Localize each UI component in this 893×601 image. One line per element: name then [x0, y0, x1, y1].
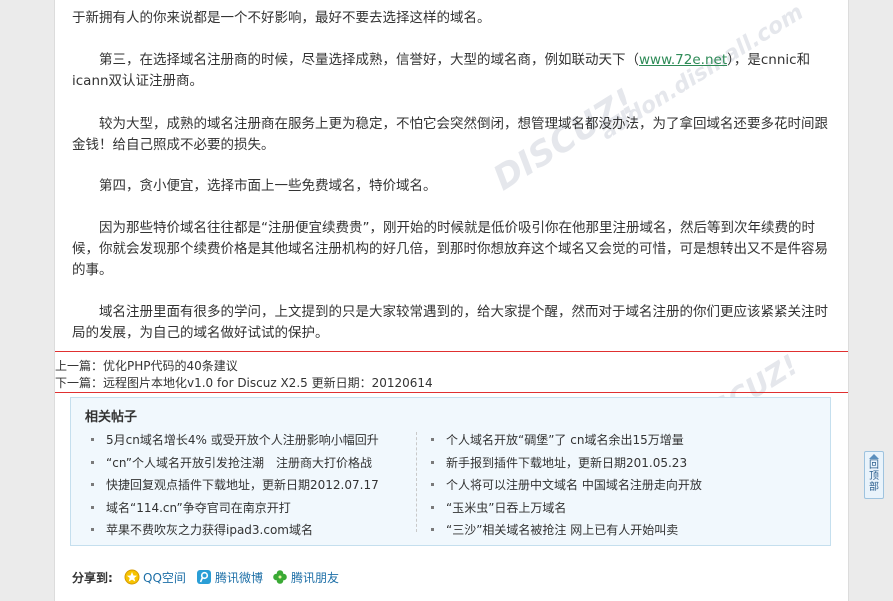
- registrar-link[interactable]: www.72e.net: [639, 52, 727, 68]
- article-page: DISCUZ! addon.dismall.com DISCUZ! 于新拥有人的…: [54, 0, 849, 601]
- related-post-item[interactable]: 个人域名开放“碉堡”了 cn域名余出15万增量: [431, 429, 761, 452]
- bullet-icon: [91, 505, 94, 509]
- related-post-item[interactable]: 快捷回复观点插件下载地址，更新日期2012.07.17: [91, 474, 421, 497]
- prev-next-highlight: 上一篇：优化PHP代码的40条建议 下一篇：远程图片本地化v1.0 for Di…: [55, 351, 848, 393]
- bullet-icon: [91, 438, 94, 441]
- back-to-top-label: 回顶部: [869, 460, 879, 493]
- paragraph-fragment: 于新拥有人的你来说都是一个不好影响，最好不要去选择这样的域名。: [72, 10, 491, 26]
- related-posts-right-column: 个人域名开放“碉堡”了 cn域名余出15万增量 新手报到插件下载地址，更新日期2…: [431, 429, 761, 542]
- bullet-icon: [91, 460, 94, 464]
- next-article-link[interactable]: 下一篇：远程图片本地化v1.0 for Discuz X2.5 更新日期：201…: [55, 374, 433, 391]
- related-post-item[interactable]: 5月cn域名增长4% 或受开放个人注册影响小幅回升: [91, 429, 421, 452]
- bullet-icon: [91, 483, 94, 486]
- paragraph-stability: 较为大型，成熟的域名注册商在服务上更为稳定，不怕它会突然倒闭，想管理域名都没办法…: [72, 116, 828, 153]
- paragraph-conclusion: 域名注册里面有很多的学问，上文提到的只是大家较常遇到的，给大家提个醒，然而对于域…: [72, 304, 828, 341]
- qzone-icon: [124, 569, 140, 585]
- paragraph-special-price: 因为那些特价域名往往都是“注册便宜续费贵”，刚开始的时候就是低价吸引你在他那里注…: [72, 220, 828, 278]
- tencent-pengyou-icon: [273, 570, 287, 584]
- tencent-weibo-icon: [197, 570, 211, 584]
- related-posts-box: 相关帖子 5月cn域名增长4% 或受开放个人注册影响小幅回升 “cn”个人域名开…: [70, 397, 831, 546]
- back-to-top-button[interactable]: 回顶部: [864, 451, 884, 499]
- share-label: 分享到:: [72, 571, 113, 585]
- bullet-icon: [431, 505, 434, 509]
- related-posts-left-column: 5月cn域名增长4% 或受开放个人注册影响小幅回升 “cn”个人域名开放引发抢注…: [91, 429, 421, 542]
- bullet-icon: [431, 460, 434, 464]
- bullet-icon: [431, 438, 434, 441]
- related-post-item[interactable]: 域名“114.cn”争夺官司在南京开打: [91, 497, 421, 520]
- arrow-up-icon: [869, 454, 879, 459]
- bullet-icon: [91, 528, 94, 531]
- related-post-item[interactable]: 苹果不费吹灰之力获得ipad3.com域名: [91, 519, 421, 542]
- bullet-icon: [431, 483, 434, 486]
- related-post-item[interactable]: 新手报到插件下载地址，更新日期201.05.23: [431, 452, 761, 475]
- related-posts-title: 相关帖子: [85, 410, 138, 425]
- paragraph-fourth: 第四，贪小便宜，选择市面上一些免费域名，特价域名。: [99, 178, 437, 194]
- related-post-item[interactable]: “cn”个人域名开放引发抢注潮 注册商大打价格战: [91, 452, 421, 475]
- prev-article-link[interactable]: 上一篇：优化PHP代码的40条建议: [55, 357, 238, 374]
- paragraph-text: 第三，在选择域名注册商的时候，尽量选择成熟，信誉好，大型的域名商，例如联动天下（: [99, 52, 639, 68]
- paragraph-registrar: 第三，在选择域名注册商的时候，尽量选择成熟，信誉好，大型的域名商，例如联动天下（…: [72, 50, 832, 92]
- related-post-item[interactable]: “三沙”相关域名被抢注 网上已有人开始叫卖: [431, 519, 761, 542]
- related-post-item[interactable]: “玉米虫”日吞上万域名: [431, 497, 761, 520]
- related-post-item[interactable]: 个人将可以注册中文域名 中国域名注册走向开放: [431, 474, 761, 497]
- bullet-icon: [431, 528, 434, 531]
